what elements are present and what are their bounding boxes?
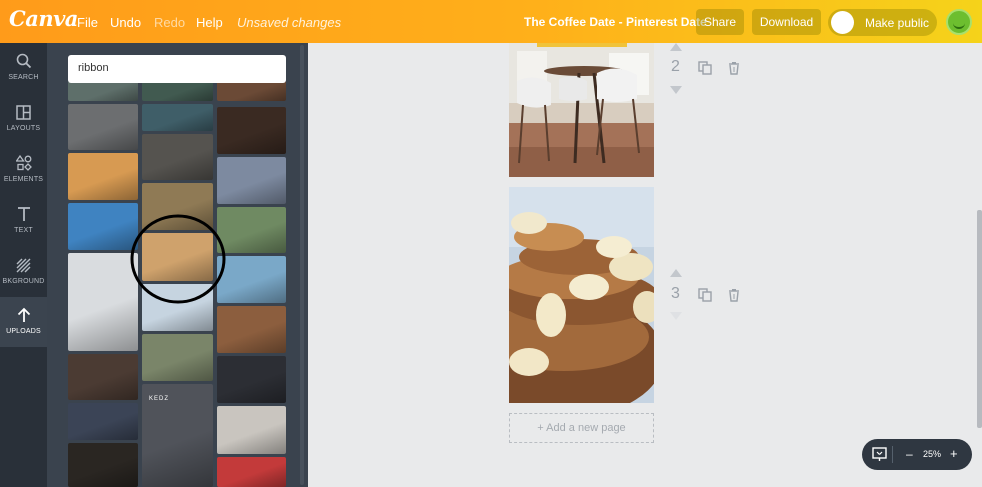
share-button[interactable]: Share — [696, 9, 744, 35]
move-down-icon[interactable] — [670, 312, 682, 320]
search-icon — [14, 51, 34, 71]
image-thumbnail[interactable] — [217, 107, 286, 154]
file-menu[interactable]: File — [77, 15, 98, 30]
toggle-knob — [831, 11, 854, 34]
search-input[interactable]: ribbon — [68, 55, 286, 83]
sidebar-item-layouts[interactable]: LAYOUTS — [0, 94, 47, 144]
image-thumbnail[interactable] — [68, 354, 138, 400]
present-icon[interactable] — [872, 447, 887, 462]
download-button[interactable]: Download — [752, 9, 821, 35]
image-thumbnail[interactable] — [68, 403, 138, 440]
image-thumbnail[interactable] — [217, 81, 286, 101]
image-thumbnail[interactable] — [217, 406, 286, 454]
image-thumbnail[interactable] — [217, 207, 286, 253]
sidebar-item-uploads[interactable]: UPLOADS — [0, 297, 47, 347]
sidebar-item-label: TEXT — [14, 227, 33, 234]
sidebar-item-label: SEARCH — [8, 74, 39, 81]
sidebar-item-label: UPLOADS — [6, 328, 41, 335]
highlight-circle — [130, 214, 226, 304]
image-thumbnail[interactable] — [68, 443, 138, 487]
add-page-button[interactable]: + Add a new page — [509, 413, 654, 443]
zoom-in-button[interactable]: + — [950, 446, 958, 461]
sidebar-item-label: ELEMENTS — [3, 176, 44, 183]
image-thumbnail[interactable] — [217, 306, 286, 353]
sidebar-item-search[interactable]: SEARCH — [0, 43, 47, 93]
image-thumbnail[interactable] — [217, 457, 286, 487]
image-thumbnail[interactable] — [142, 104, 213, 131]
sidebar-item-text[interactable]: TEXT — [0, 196, 47, 246]
save-status: Unsaved changes — [237, 15, 342, 30]
search-panel: KEDZ ribbon — [47, 43, 308, 487]
page-number: 3 — [671, 285, 680, 302]
make-public-label: Make public — [865, 16, 930, 30]
move-down-icon[interactable] — [670, 86, 682, 94]
zoom-level[interactable]: 25% — [923, 449, 941, 459]
sidebar-item-label: BKGROUND — [2, 278, 45, 285]
thumbnail-label: KEDZ — [149, 396, 170, 402]
image-thumbnail[interactable] — [217, 356, 286, 403]
background-icon — [14, 255, 34, 275]
sidebar-item-elements[interactable]: ELEMENTS — [0, 145, 47, 195]
undo-button[interactable]: Undo — [110, 15, 141, 30]
page-number: 2 — [671, 58, 680, 75]
image-thumbnail[interactable] — [68, 153, 138, 200]
zoom-divider — [892, 446, 893, 463]
layouts-icon — [14, 102, 34, 122]
image-thumbnail[interactable] — [68, 81, 138, 101]
document-title[interactable]: The Coffee Date - Pinterest Date — [524, 15, 707, 29]
left-sidebar: SEARCH LAYOUTS ELEMENTS TEXT BKGROUND UP… — [0, 43, 47, 487]
design-page[interactable] — [509, 187, 654, 403]
image-thumbnail[interactable] — [217, 157, 286, 204]
image-thumbnail[interactable] — [217, 256, 286, 303]
avatar[interactable] — [946, 9, 972, 35]
image-thumbnail[interactable] — [142, 81, 213, 101]
sidebar-item-background[interactable]: BKGROUND — [0, 247, 47, 297]
make-public-toggle[interactable]: Make public — [828, 9, 937, 36]
elements-icon — [14, 153, 34, 173]
image-thumbnail[interactable] — [68, 203, 138, 250]
canvas-scrollbar[interactable] — [977, 210, 982, 428]
delete-page-icon[interactable] — [727, 288, 741, 302]
redo-button[interactable]: Redo — [154, 15, 185, 30]
help-menu[interactable]: Help — [196, 15, 223, 30]
image-thumbnail[interactable] — [142, 334, 213, 381]
duplicate-page-icon[interactable] — [698, 61, 712, 75]
image-thumbnail[interactable] — [68, 253, 138, 351]
image-thumbnail[interactable]: KEDZ — [142, 384, 213, 487]
duplicate-page-icon[interactable] — [698, 288, 712, 302]
delete-page-icon[interactable] — [727, 61, 741, 75]
design-page[interactable] — [509, 43, 654, 177]
text-icon — [14, 204, 34, 224]
page-image — [509, 187, 654, 403]
upload-icon — [14, 305, 34, 325]
page-image — [509, 43, 654, 177]
image-thumbnail[interactable] — [142, 134, 213, 180]
move-up-icon[interactable] — [670, 269, 682, 277]
canva-logo[interactable]: Canva — [9, 6, 78, 31]
sidebar-item-label: LAYOUTS — [6, 125, 41, 132]
top-bar: Canva File Undo Redo Help Unsaved change… — [0, 0, 982, 43]
image-thumbnail[interactable] — [68, 104, 138, 150]
zoom-out-button[interactable]: – — [906, 447, 913, 461]
panel-scrollbar[interactable] — [300, 45, 304, 485]
zoom-control: – 25% + — [862, 439, 972, 470]
move-up-icon[interactable] — [670, 43, 682, 51]
